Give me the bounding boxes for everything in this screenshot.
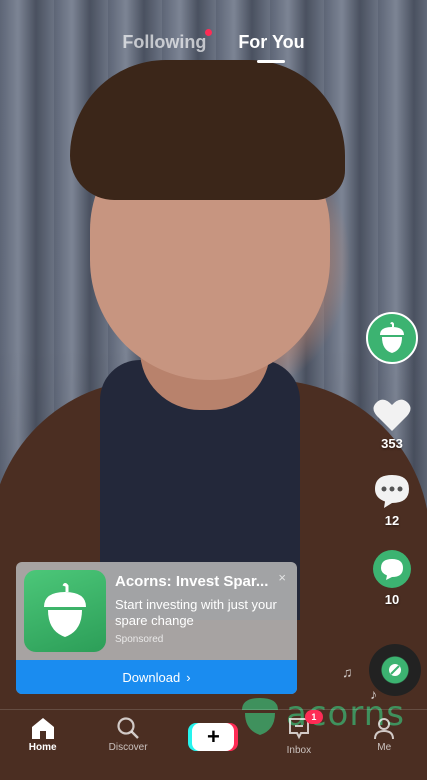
tab-for-you-label: For You bbox=[238, 32, 305, 52]
feed-tabs: Following For You bbox=[0, 29, 427, 61]
ad-title: Acorns: Invest Spar... bbox=[115, 573, 269, 590]
share-count: 10 bbox=[384, 592, 400, 607]
inbox-badge: 1 bbox=[304, 710, 323, 724]
video-person-hair bbox=[70, 60, 345, 200]
like-count: 353 bbox=[381, 436, 403, 451]
nav-discover[interactable]: Discover bbox=[88, 710, 168, 753]
nav-inbox-label: Inbox bbox=[286, 745, 312, 756]
ad-app-logo[interactable] bbox=[24, 570, 106, 652]
heart-icon bbox=[373, 399, 411, 431]
ad-description: Start investing with just your spare cha… bbox=[115, 597, 277, 628]
download-label: Download bbox=[122, 669, 181, 685]
home-icon bbox=[31, 718, 54, 739]
ad-content[interactable]: Acorns: Invest Spar... × Start investing… bbox=[16, 562, 297, 660]
download-button[interactable]: Download › bbox=[16, 660, 297, 694]
nav-home[interactable]: Home bbox=[3, 710, 83, 753]
nav-create[interactable]: + bbox=[173, 710, 253, 751]
inbox-icon-wrap: 1 bbox=[287, 710, 323, 743]
creator-avatar[interactable] bbox=[366, 312, 418, 364]
music-disc[interactable] bbox=[369, 644, 421, 696]
ad-sponsored-label: Sponsored bbox=[115, 634, 164, 645]
like-button[interactable]: 353 bbox=[373, 398, 411, 451]
close-icon[interactable]: × bbox=[278, 570, 286, 585]
acorn-icon bbox=[389, 664, 401, 676]
comment-icon bbox=[375, 475, 409, 508]
share-icon-circle bbox=[373, 550, 411, 588]
acorn-icon bbox=[380, 322, 404, 353]
tab-for-you[interactable]: For You bbox=[238, 32, 304, 61]
share-button[interactable]: 10 bbox=[373, 550, 411, 607]
chevron-right-icon: › bbox=[186, 669, 191, 685]
sponsored-ad-card[interactable]: Acorns: Invest Spar... × Start investing… bbox=[16, 562, 297, 694]
profile-icon bbox=[374, 718, 395, 740]
following-notification-dot bbox=[205, 29, 213, 36]
bottom-navigation: Home Discover + 1 Inbox Me bbox=[0, 709, 427, 760]
create-button[interactable]: + bbox=[192, 723, 235, 751]
comment-button[interactable]: 12 bbox=[373, 473, 411, 528]
nav-home-label: Home bbox=[28, 742, 57, 753]
tab-following-label: Following bbox=[122, 32, 207, 52]
music-note-icon: ♫ bbox=[342, 664, 353, 680]
acorn-icon bbox=[44, 583, 86, 637]
nav-inbox[interactable]: 1 Inbox bbox=[259, 710, 339, 756]
comment-count: 12 bbox=[384, 513, 400, 528]
plus-icon: + bbox=[207, 724, 220, 749]
action-rail: 353 12 10 bbox=[365, 312, 419, 607]
nav-me[interactable]: Me bbox=[344, 710, 424, 753]
tab-following[interactable]: Following bbox=[122, 29, 213, 61]
share-icon bbox=[381, 559, 403, 580]
nav-discover-label: Discover bbox=[108, 742, 148, 753]
nav-me-label: Me bbox=[377, 742, 392, 753]
search-icon bbox=[117, 717, 139, 739]
